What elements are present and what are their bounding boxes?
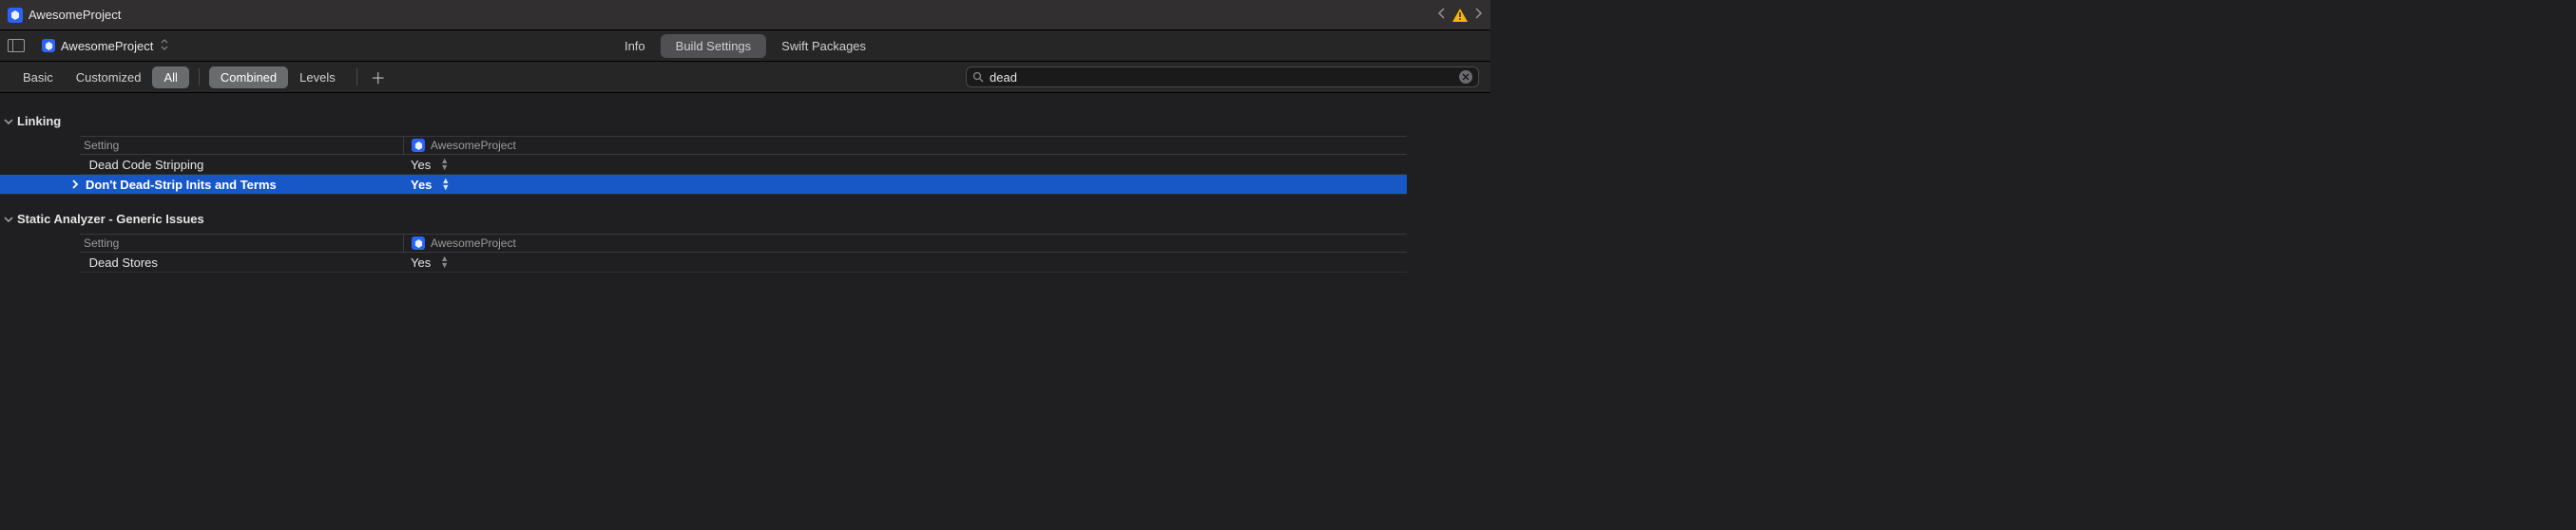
column-target-label: AwesomeProject — [431, 237, 516, 250]
nav-back-icon[interactable] — [1437, 8, 1447, 22]
column-target: AwesomeProject — [403, 235, 1407, 252]
column-target-label: AwesomeProject — [431, 139, 516, 152]
project-icon — [412, 139, 425, 152]
chevron-right-icon[interactable] — [70, 180, 80, 189]
divider — [356, 68, 357, 85]
title-bar: AwesomeProject — [0, 0, 1490, 30]
setting-row-dont-dead-strip[interactable]: Don't Dead-Strip Inits and Terms Yes ▲▼ — [0, 175, 1407, 195]
view-levels[interactable]: Levels — [288, 66, 347, 88]
scope-segmented-control: Basic Customized All — [11, 66, 189, 88]
setting-row-dead-stores[interactable]: Dead Stores Yes ▲▼ — [80, 253, 1407, 273]
setting-value[interactable]: Yes ▲▼ — [403, 175, 1407, 194]
view-segmented-control: Combined Levels — [209, 66, 347, 88]
sidebar-toggle-icon[interactable] — [8, 39, 25, 52]
nav-forward-icon[interactable] — [1473, 8, 1483, 22]
search-field[interactable] — [966, 66, 1479, 87]
setting-value[interactable]: Yes ▲▼ — [403, 155, 1407, 174]
section-header[interactable]: Static Analyzer - Generic Issues — [0, 208, 1490, 234]
warning-icon[interactable] — [1452, 9, 1468, 22]
setting-label: Dead Code Stripping — [86, 158, 204, 172]
breadcrumb-project[interactable]: AwesomeProject — [61, 39, 153, 53]
scope-all[interactable]: All — [152, 66, 188, 88]
stepper-icon: ▲▼ — [440, 256, 449, 269]
tab-swift-packages[interactable]: Swift Packages — [766, 34, 881, 58]
scope-basic[interactable]: Basic — [11, 66, 65, 88]
add-button[interactable]: ＋ — [371, 66, 386, 88]
setting-value[interactable]: Yes ▲▼ — [403, 253, 1407, 272]
chevron-down-icon — [4, 215, 13, 224]
stepper-icon: ▲▼ — [440, 158, 449, 171]
project-icon — [412, 237, 425, 250]
tab-build-settings[interactable]: Build Settings — [661, 34, 767, 58]
table-header: Setting AwesomeProject — [80, 136, 1407, 155]
section-title: Static Analyzer - Generic Issues — [17, 212, 204, 226]
scope-customized[interactable]: Customized — [65, 66, 153, 88]
column-setting: Setting — [80, 139, 403, 152]
table-header: Setting AwesomeProject — [80, 234, 1407, 253]
clear-search-icon[interactable] — [1459, 70, 1472, 84]
project-title: AwesomeProject — [29, 8, 121, 22]
view-combined[interactable]: Combined — [209, 66, 288, 88]
section-title: Linking — [17, 114, 61, 128]
search-icon — [972, 71, 984, 83]
column-target: AwesomeProject — [403, 137, 1407, 154]
chevron-down-icon — [4, 117, 13, 126]
stepper-icon: ▲▼ — [441, 178, 450, 191]
section-linking: Linking Setting AwesomeProject Dead Code… — [0, 110, 1490, 195]
setting-label: Don't Dead-Strip Inits and Terms — [82, 178, 277, 192]
column-setting: Setting — [80, 237, 403, 250]
path-bar: AwesomeProject Info Build Settings Swift… — [0, 30, 1490, 62]
project-icon — [8, 8, 23, 23]
settings-content: Linking Setting AwesomeProject Dead Code… — [0, 93, 1490, 273]
tab-info[interactable]: Info — [609, 34, 661, 58]
divider — [199, 68, 200, 85]
section-header[interactable]: Linking — [0, 110, 1490, 136]
settings-table: Setting AwesomeProject Dead Stores Yes — [80, 234, 1407, 273]
section-static-analyzer: Static Analyzer - Generic Issues Setting… — [0, 208, 1490, 273]
breadcrumb-dropdown-icon[interactable] — [161, 39, 168, 53]
setting-label: Dead Stores — [86, 256, 158, 270]
settings-table: Setting AwesomeProject Dead Code Strippi… — [80, 136, 1407, 195]
project-icon — [42, 39, 55, 52]
filter-bar: Basic Customized All Combined Levels ＋ — [0, 62, 1490, 93]
setting-row-dead-code-stripping[interactable]: Dead Code Stripping Yes ▲▼ — [80, 155, 1407, 175]
search-input[interactable] — [990, 70, 1453, 85]
editor-tabs: Info Build Settings Swift Packages — [609, 34, 881, 58]
